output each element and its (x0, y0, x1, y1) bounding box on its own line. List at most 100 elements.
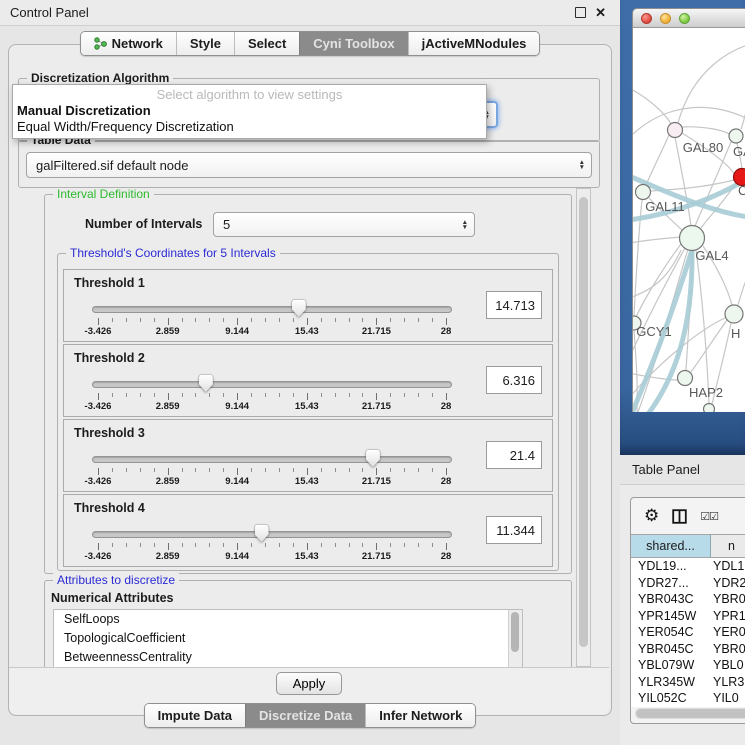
slider-minor-tick (279, 318, 280, 322)
slider-thumb[interactable] (255, 525, 269, 542)
float-icon[interactable] (575, 7, 586, 18)
slider-minor-tick (223, 318, 224, 322)
tab-jactivemnodules[interactable]: jActiveMNodules (408, 32, 540, 55)
tab-cyni-toolbox[interactable]: Cyni Toolbox (299, 32, 407, 55)
slider-major-tick (446, 393, 447, 400)
zoom-traffic-light-icon[interactable] (679, 13, 690, 24)
table-row[interactable]: YPR145WYPR1 (631, 608, 745, 625)
slider-ticks: -3.4262.8599.14415.4321.71528 (98, 468, 446, 490)
threshold-slider[interactable] (92, 528, 452, 542)
tab-discretize-data[interactable]: Discretize Data (245, 704, 365, 727)
slider-major-tick (376, 393, 377, 400)
table-hscrollbar-thumb[interactable] (636, 709, 745, 718)
close-traffic-light-icon[interactable] (641, 13, 652, 24)
columns-icon[interactable] (672, 509, 687, 524)
top-tabs: NetworkStyleSelectCyni ToolboxjActiveMNo… (0, 31, 620, 56)
table-row[interactable]: YER054CYER0 (631, 624, 745, 641)
threshold-value[interactable]: 11.344 (486, 516, 542, 544)
dropdown-items: Manual DiscretizationEqual Width/Frequen… (13, 103, 486, 135)
checkbox-filter-icon[interactable]: ☑☑ (700, 510, 718, 523)
slider-minor-tick (279, 393, 280, 397)
dropdown-item[interactable]: Manual Discretization (13, 103, 486, 119)
slider-minor-tick (154, 393, 155, 397)
slider-tick-label: -3.426 (85, 476, 112, 487)
threshold-slider[interactable] (92, 453, 452, 467)
table-row[interactable]: YIL052CYIL0 (631, 690, 745, 707)
table-row[interactable]: YLR345WYLR3 (631, 674, 745, 691)
slider-major-tick (376, 543, 377, 550)
slider-minor-tick (432, 468, 433, 472)
number-of-intervals-select[interactable]: 5 ▲▼ (213, 212, 475, 237)
network-edge (678, 43, 745, 123)
tab-style[interactable]: Style (176, 32, 234, 55)
slider-minor-tick (432, 393, 433, 397)
slider-minor-tick (418, 393, 419, 397)
list-scrollbar-thumb[interactable] (511, 612, 519, 652)
column-header-name[interactable]: n (711, 535, 745, 557)
minimize-traffic-light-icon[interactable] (660, 13, 671, 24)
slider-minor-tick (126, 468, 127, 472)
network-window-titlebar[interactable] (632, 8, 745, 28)
list-item[interactable]: BetweennessCentrality (54, 648, 522, 667)
network-node-label: GAL4 (695, 248, 728, 263)
network-node-label: GAL11 (645, 199, 685, 214)
network-node[interactable] (729, 129, 743, 143)
table-row[interactable]: YBL079WYBL0 (631, 657, 745, 674)
apply-button[interactable]: Apply (276, 672, 342, 695)
network-node[interactable] (668, 123, 683, 138)
tab-infer-network[interactable]: Infer Network (365, 704, 475, 727)
tab-impute-data[interactable]: Impute Data (145, 704, 245, 727)
close-icon[interactable]: ✕ (595, 5, 606, 21)
slider-minor-tick (349, 543, 350, 547)
panel-scrollbar[interactable] (576, 188, 591, 667)
slider-major-tick (237, 468, 238, 475)
table-row[interactable]: YDR27...YDR2 (631, 575, 745, 592)
slider-minor-tick (140, 393, 141, 397)
slider-major-tick (307, 318, 308, 325)
slider-minor-tick (390, 468, 391, 472)
slider-tick-label: 2.859 (156, 476, 180, 487)
tab-select[interactable]: Select (234, 32, 299, 55)
table-row[interactable]: YBR043CYBR0 (631, 591, 745, 608)
table-hscrollbar[interactable] (635, 708, 745, 719)
slider-minor-tick (182, 468, 183, 472)
network-node[interactable] (680, 226, 705, 251)
network-node[interactable] (704, 404, 715, 413)
slider-ticks: -3.4262.8599.14415.4321.71528 (98, 318, 446, 340)
top-tab-group: NetworkStyleSelectCyni ToolboxjActiveMNo… (80, 31, 541, 56)
threshold-slider[interactable] (92, 378, 452, 392)
network-node[interactable] (636, 185, 651, 200)
column-header-shared[interactable]: shared... (631, 535, 711, 557)
threshold-value[interactable]: 21.4 (486, 441, 542, 469)
slider-tick-label: 15.43 (295, 401, 319, 412)
list-item[interactable]: SelfLoops (54, 610, 522, 629)
attr-items: SelfLoopsTopologicalCoefficientBetweenne… (54, 610, 522, 667)
slider-thumb[interactable] (366, 450, 380, 467)
table-box: ⚙ ☑☑ shared... n YDL19...YDL1YDR27...YDR… (630, 497, 745, 724)
table-row[interactable]: YBR045CYBR0 (631, 641, 745, 658)
list-scrollbar[interactable] (508, 610, 522, 667)
slider-minor-tick (182, 543, 183, 547)
slider-minor-tick (293, 318, 294, 322)
slider-minor-tick (154, 468, 155, 472)
dropdown-item[interactable]: Equal Width/Frequency Discretization (13, 119, 486, 135)
network-canvas-svg[interactable]: GAL80GACGAL11GAL4GCY1HHAP2 (632, 28, 745, 412)
threshold-slider[interactable] (92, 303, 452, 317)
threshold-value[interactable]: 6.316 (486, 366, 542, 394)
panel-scrollbar-thumb[interactable] (579, 197, 588, 647)
threshold-label: Threshold 2 (74, 351, 145, 365)
slider-minor-tick (335, 318, 336, 322)
slider-minor-tick (265, 543, 266, 547)
table-data-select[interactable]: galFiltered.sif default node ▲▼ (26, 152, 592, 178)
slider-ticks: -3.4262.8599.14415.4321.71528 (98, 393, 446, 415)
list-item[interactable]: TopologicalCoefficient (54, 629, 522, 648)
threshold-value[interactable]: 14.713 (486, 291, 542, 319)
slider-thumb[interactable] (292, 300, 306, 317)
network-node[interactable] (678, 371, 693, 386)
slider-thumb[interactable] (199, 375, 213, 392)
table-row[interactable]: YDL19...YDL1 (631, 558, 745, 575)
network-node[interactable] (725, 305, 743, 323)
tab-network[interactable]: Network (81, 32, 176, 55)
slider-minor-tick (432, 318, 433, 322)
gear-icon[interactable]: ⚙ (644, 508, 659, 525)
